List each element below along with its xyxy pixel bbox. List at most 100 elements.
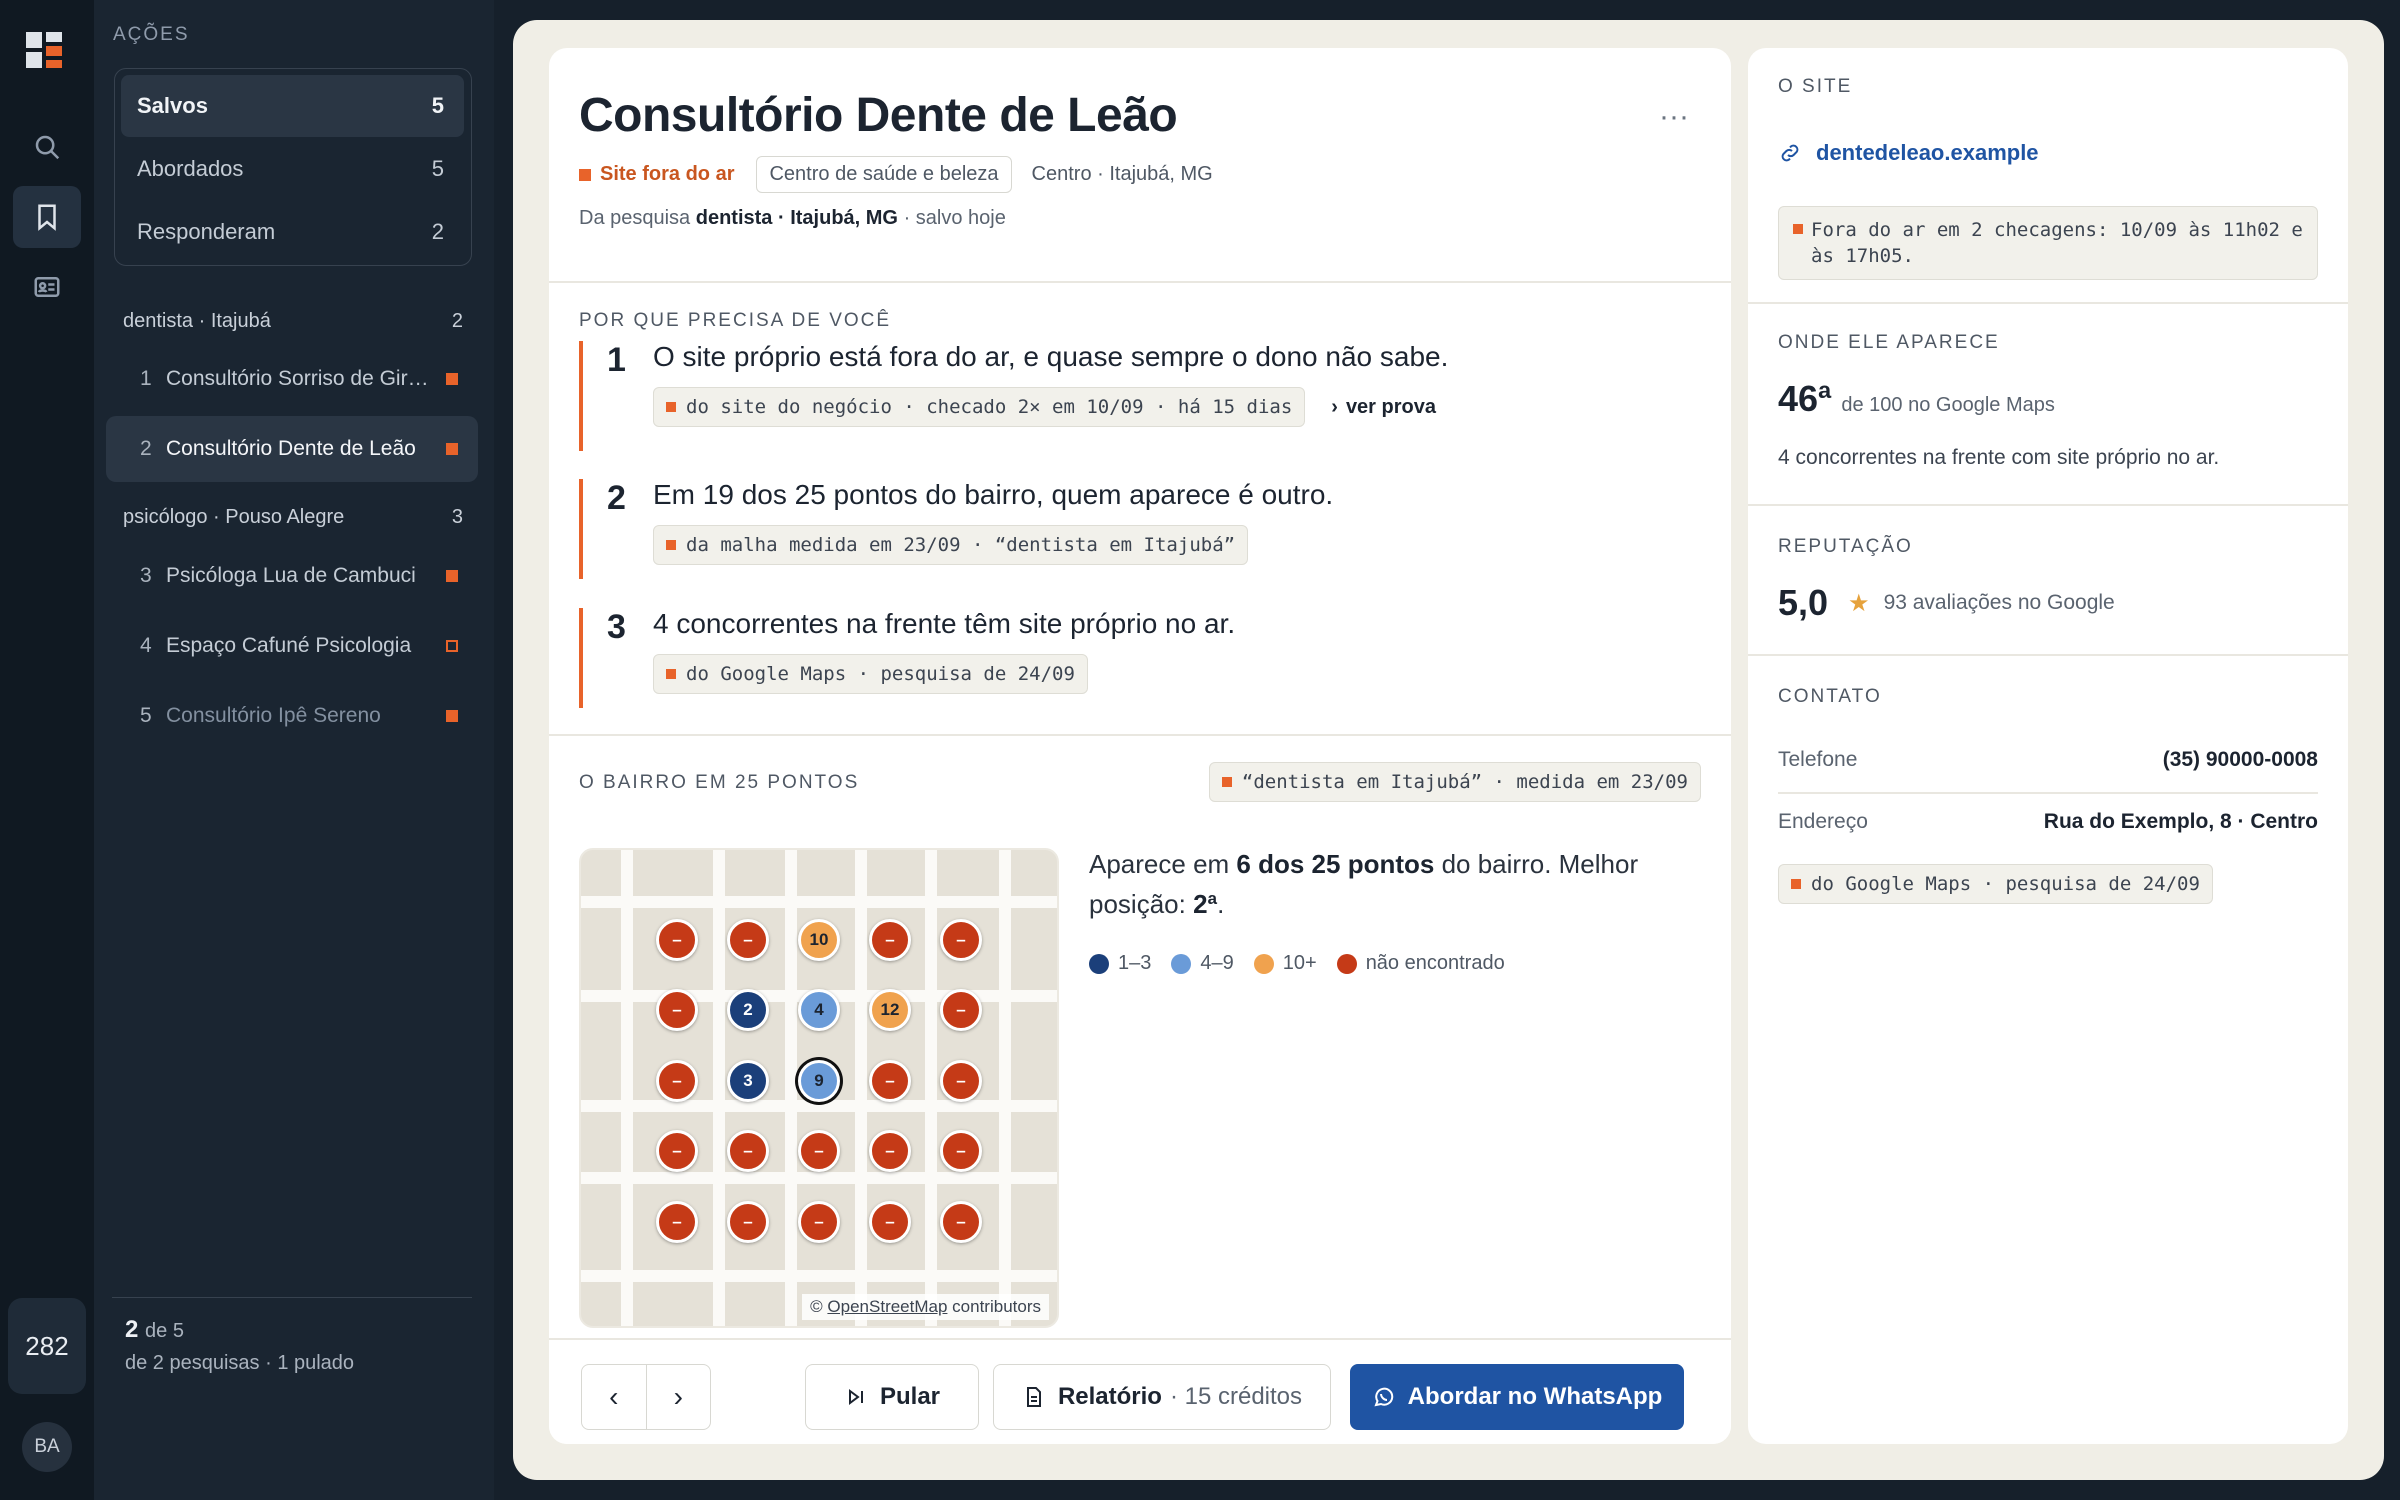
search-group-count: 3 [451,506,463,528]
divider [1748,654,2348,656]
divider [549,734,1731,736]
next-button[interactable]: › [645,1365,711,1429]
sidebar-item-salvos[interactable]: Salvos 5 [121,75,464,137]
more-options-icon[interactable]: ··· [1659,100,1689,134]
credits-count[interactable]: 282 [8,1298,86,1394]
grid-pin[interactable]: 10 [798,919,840,961]
logo-icon[interactable] [26,30,64,70]
report-button[interactable]: Relatório · 15 créditos [993,1364,1331,1430]
osm-link[interactable]: OpenStreetMap [827,1297,947,1316]
grid-summary: Aparece em 6 dos 25 pontos do bairro. Me… [1089,849,1639,919]
grid-pin[interactable]: – [727,919,769,961]
reason-item: 2 Em 19 dos 25 pontos do bairro, quem ap… [579,479,1699,579]
downtime-note: Fora do ar em 2 checagens: 10/09 às 11h0… [1778,206,2318,280]
lead-item[interactable]: 3 Psicóloga Lua de Cambuci [106,543,478,609]
sidebar-item-responderam[interactable]: Responderam 2 [121,201,464,263]
map-road [621,850,633,1326]
document-icon [1026,1387,1041,1407]
section-title: POR QUE PRECISA DE VOCÊ [579,310,892,331]
status-square [446,373,458,385]
grid-pin[interactable]: – [798,1201,840,1243]
grid-pin[interactable]: – [940,989,982,1031]
lead-item[interactable]: 4 Espaço Cafuné Psicologia [106,613,478,679]
lead-item[interactable]: 1 Consultório Sorriso de Girassol [106,346,478,412]
phone-value[interactable]: (35) 90000-0008 [2163,748,2318,772]
previous-button[interactable]: ‹ [582,1365,646,1429]
grid-pin-center[interactable]: 9 [798,1060,840,1102]
grid-pin[interactable]: – [656,1130,698,1172]
search-group-header[interactable]: psicólogo · Pouso Alegre 3 [123,506,463,529]
reason-number: 3 [607,608,626,646]
grid-pin[interactable]: – [656,1060,698,1102]
sidebar-item-count: 2 [431,219,444,244]
grid-pin[interactable]: – [869,1060,911,1102]
phone-row: Telefone (35) 90000-0008 [1778,748,2318,772]
category-tag: Centro de saúde e beleza [756,156,1012,193]
whatsapp-button[interactable]: Abordar no WhatsApp [1350,1364,1684,1430]
whatsapp-icon [1374,1387,1393,1407]
lead-name: Consultório Ipê Sereno [166,704,381,727]
actions-box: Salvos 5 Abordados 5 Responderam 2 [114,68,472,266]
source-chip: do Google Maps · pesquisa de 24/09 [1778,864,2213,904]
address-row: Endereço Rua do Exemplo, 8 · Centro [1778,810,2318,834]
grid-pin[interactable]: 4 [798,989,840,1031]
contacts-button[interactable] [13,256,81,318]
status-square [446,640,458,652]
lead-number: 4 [140,634,152,657]
divider [1748,302,2348,304]
grid-pin[interactable]: – [869,919,911,961]
grid-pin[interactable]: 2 [727,989,769,1031]
chevron-right-icon: › [673,1381,683,1412]
lead-origin: Da pesquisa dentista · Itajubá, MG · sal… [579,207,1006,229]
reason-number: 1 [607,341,626,379]
evidence-chip: do site do negócio · checado 2× em 10/09… [653,387,1306,427]
sidebar-item-abordados[interactable]: Abordados 5 [121,138,464,200]
grid-pin[interactable]: – [727,1201,769,1243]
map-road [581,896,1057,908]
search-button[interactable] [13,116,81,178]
sidebar-item-label: Responderam [137,219,276,244]
grid-pin[interactable]: 12 [869,989,911,1031]
grid-pin[interactable]: – [940,1130,982,1172]
legend-label: 10+ [1282,952,1317,974]
grid-pin[interactable]: – [656,1201,698,1243]
saved-button[interactable] [13,186,81,248]
grid-pin[interactable]: – [940,1201,982,1243]
lead-name: Consultório Dente de Leão [166,437,416,460]
section-title: O BAIRRO EM 25 PONTOS [579,772,860,793]
lead-item[interactable]: 2 Consultório Dente de Leão [106,416,478,482]
legend-dot [1253,953,1274,974]
grid-pin[interactable]: – [656,989,698,1031]
section-title: CONTATO [1778,686,1882,707]
map-road [925,850,937,1326]
grid-pin[interactable]: – [798,1130,840,1172]
avatar[interactable]: BA [22,1422,72,1472]
website-link[interactable]: dentedeleao.example [1778,140,2039,166]
evidence-chip: da malha medida em 23/09 · “dentista em … [653,525,1249,565]
grid-pin[interactable]: – [869,1130,911,1172]
phone-label: Telefone [1778,748,1858,771]
lead-number: 1 [140,367,152,390]
sidebar-item-label: Salvos [137,93,208,118]
view-proof-link[interactable]: › ver prova [1331,396,1436,419]
legend-dot [1089,953,1109,974]
legend-dot [1171,953,1192,974]
skip-button[interactable]: Pular [805,1364,979,1430]
grid-pin[interactable]: – [940,1060,982,1102]
sidebar-item-label: Abordados [137,156,244,181]
grid-pin[interactable]: 3 [727,1060,769,1102]
grid-pin[interactable]: – [656,919,698,961]
grid-legend: 1–3 4–9 10+ não encontrado [1089,952,1525,975]
lead-location: Centro · Itajubá, MG [1031,163,1213,185]
lead-item[interactable]: 5 Consultório Ipê Sereno [106,683,478,749]
map-road [855,850,867,1326]
grid-pin[interactable]: – [940,919,982,961]
search-group-header[interactable]: dentista · Itajubá 2 [123,310,463,333]
map-attribution: © OpenStreetMap contributors [802,1294,1049,1320]
grid-pin[interactable]: – [869,1201,911,1243]
divider [1778,792,2318,794]
section-title: ONDE ELE APARECE [1778,332,2000,353]
rank-grid-map[interactable]: © OpenStreetMap contributors – –10– – –2 4 12… [579,848,1059,1328]
lead-number: 2 [140,437,152,460]
grid-pin[interactable]: – [727,1130,769,1172]
